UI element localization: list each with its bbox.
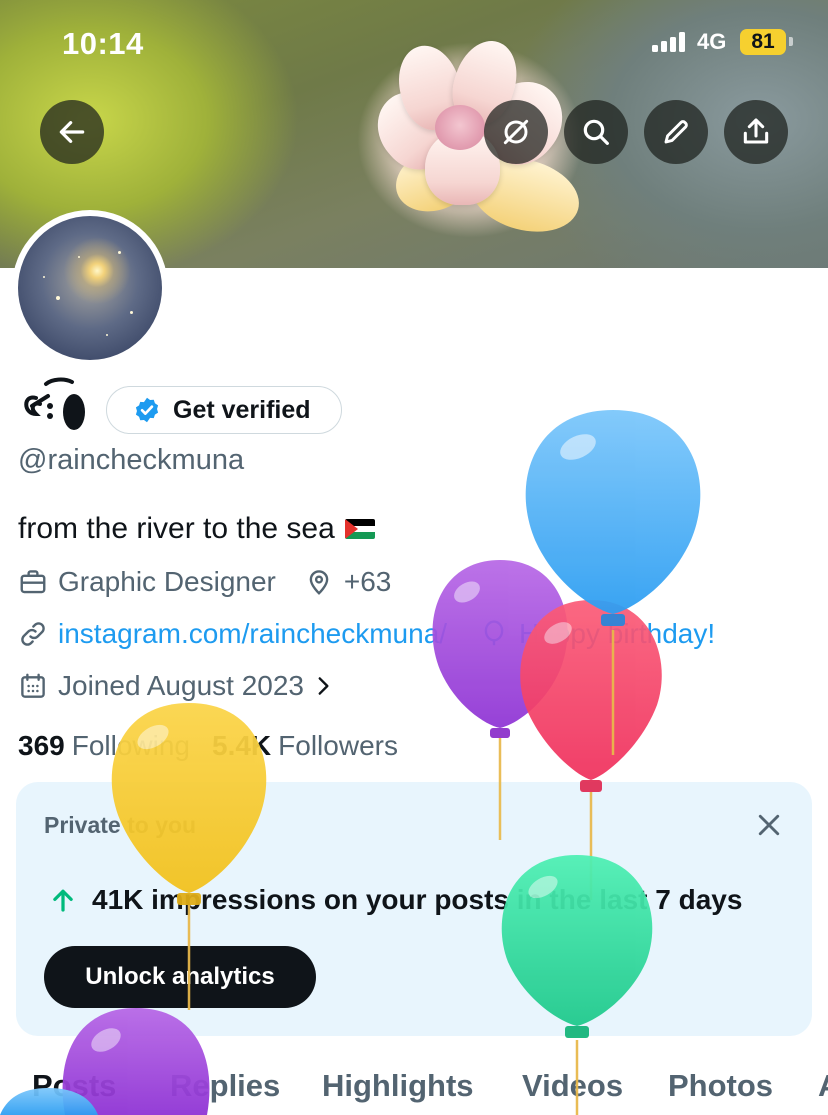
- analytics-card: Private to you 41K impressions on your p…: [16, 782, 812, 1036]
- tab-posts[interactable]: Posts: [32, 1068, 116, 1104]
- edit-button[interactable]: [644, 100, 708, 164]
- chevron-right-icon: [318, 677, 329, 695]
- follow-stats: 369 Following 5.4K Followers: [18, 730, 398, 762]
- balloon-icon: [484, 620, 504, 646]
- avatar[interactable]: [12, 210, 168, 366]
- verified-badge-icon: [135, 397, 159, 423]
- profile-job: Graphic Designer: [58, 566, 276, 597]
- followers-link[interactable]: 5.4K Followers: [212, 730, 398, 762]
- bio-text: from the river to the sea: [18, 512, 335, 545]
- calendar-icon: [21, 673, 45, 698]
- network-type: 4G: [697, 29, 727, 54]
- analytics-stat-text: 41K impressions on your posts in the las…: [92, 884, 743, 915]
- profile-location: +63: [343, 566, 392, 597]
- profile-tabs: Posts Replies Highlights Videos Photos A: [0, 1062, 828, 1115]
- arrow-up-icon: [53, 889, 73, 912]
- birthday-text: Happy birthday!: [519, 618, 716, 649]
- link-icon: [21, 622, 45, 646]
- signal-icon: [652, 32, 690, 52]
- profile-job-row: Graphic Designer +63: [18, 566, 391, 598]
- status-time: 10:14: [62, 26, 144, 61]
- unlock-analytics-button[interactable]: Unlock analytics: [44, 946, 316, 1008]
- analytics-card-title: Private to you: [44, 812, 197, 838]
- battery-icon: [789, 37, 793, 46]
- briefcase-icon: [20, 570, 46, 594]
- following-link[interactable]: 369 Following: [18, 730, 190, 762]
- avatar-image: [18, 216, 162, 360]
- balloon-blue: [525, 410, 701, 755]
- banner-decoration: [435, 105, 485, 150]
- get-verified-label: Get verified: [173, 395, 311, 424]
- profile-handle: @raincheckmuna: [18, 444, 245, 476]
- display-name-glyphs: [24, 377, 85, 430]
- block-button[interactable]: [484, 100, 548, 164]
- get-verified-button[interactable]: Get verified: [106, 386, 342, 434]
- tab-videos[interactable]: Videos: [522, 1068, 623, 1104]
- profile-link-row: instagram.com/raincheckmuna/ Happy birth…: [18, 618, 715, 650]
- palestine-flag-icon: [344, 519, 375, 539]
- tab-affiliates[interactable]: A: [818, 1068, 828, 1104]
- followers-label: Followers: [278, 730, 398, 761]
- battery-level: 81: [740, 29, 786, 55]
- no-circle-icon: [503, 119, 529, 145]
- status-bar: 10:14 4G 81: [0, 0, 828, 84]
- following-count: 369: [18, 730, 65, 761]
- search-button[interactable]: [564, 100, 628, 164]
- followers-count: 5.4K: [212, 730, 272, 761]
- back-button[interactable]: [40, 100, 104, 164]
- close-icon[interactable]: [754, 810, 784, 840]
- analytics-stat: 41K impressions on your posts in the las…: [48, 884, 742, 916]
- arrow-left-icon: [59, 121, 85, 143]
- location-pin-icon: [309, 570, 329, 595]
- display-name: [18, 376, 94, 452]
- profile-joined-row[interactable]: Joined August 2023: [18, 670, 346, 702]
- share-button[interactable]: [724, 100, 788, 164]
- following-label: Following: [71, 730, 190, 761]
- tab-replies[interactable]: Replies: [170, 1068, 280, 1104]
- tab-highlights[interactable]: Highlights: [322, 1068, 474, 1104]
- tab-photos[interactable]: Photos: [668, 1068, 773, 1104]
- profile-bio: from the river to the sea: [18, 512, 375, 546]
- profile-joined: Joined August 2023: [58, 670, 304, 701]
- search-icon: [583, 119, 609, 145]
- edit-icon: [664, 120, 688, 144]
- profile-link[interactable]: instagram.com/raincheckmuna/: [58, 618, 447, 650]
- share-icon: [743, 118, 769, 144]
